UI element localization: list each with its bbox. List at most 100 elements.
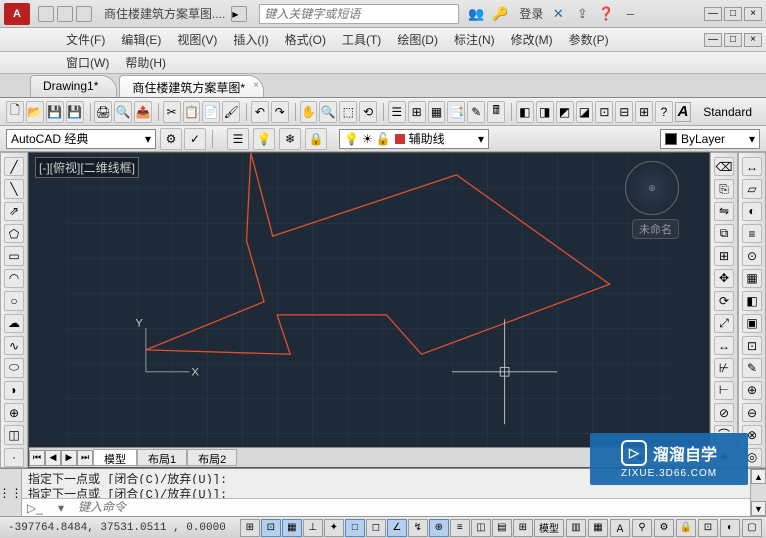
rotate-tool[interactable]: ⟳ (714, 291, 734, 310)
zoomwin-button[interactable]: ⬚ (339, 101, 357, 123)
line-tool[interactable]: ╱ (4, 157, 24, 176)
status-annoscale[interactable]: Ａ (610, 519, 630, 537)
color-combo[interactable]: ByLayer ▾ (660, 129, 760, 149)
cmd-scroll-down[interactable]: ▼ (751, 501, 766, 516)
layout-nav-last[interactable]: ⏭ (77, 450, 93, 466)
break-tool[interactable]: ⊘ (714, 403, 734, 422)
tab-close-icon[interactable]: × (253, 80, 259, 91)
help-button[interactable]: ? (655, 101, 673, 123)
revcloud-tool[interactable]: ☁ (4, 314, 24, 333)
calc-button[interactable]: 🖩 (487, 101, 505, 123)
pan-button[interactable]: ✋ (300, 101, 318, 123)
preview-button[interactable]: 🔍 (114, 101, 132, 123)
status-infer[interactable]: ⊞ (240, 519, 260, 537)
gradient-tool[interactable]: ◧ (742, 291, 762, 310)
mdi-close[interactable]: × (744, 33, 762, 47)
layer-combo[interactable]: 💡 ☀ 🔓 辅助线 ▾ (339, 129, 489, 149)
menu-view[interactable]: 视图(V) (171, 29, 223, 50)
qat-dropdown[interactable] (76, 6, 92, 22)
move-tool[interactable]: ✥ (714, 269, 734, 288)
save-button[interactable]: 💾 (46, 101, 64, 123)
help-icon[interactable]: ❓ (597, 5, 615, 23)
doc-tab-drawing1[interactable]: Drawing1* (30, 75, 117, 97)
id-tool[interactable]: ⊙ (742, 246, 762, 265)
textstyle-icon[interactable]: A (675, 102, 691, 122)
status-isolate[interactable]: ◐ (720, 519, 740, 537)
publish-button[interactable]: 📤 (134, 101, 152, 123)
new-button[interactable]: 🗋 (6, 101, 24, 123)
open-button[interactable]: 📂 (26, 101, 44, 123)
layout-nav-first[interactable]: ⏮ (29, 450, 45, 466)
viewcube[interactable]: ⊕ (625, 161, 679, 215)
status-lwt[interactable]: ≡ (450, 519, 470, 537)
misc-tool-3[interactable]: ⊕ (742, 381, 762, 400)
model-viewport[interactable]: [-][俯视][二维线框] ⊕ 未命名 Y X (28, 152, 710, 468)
polygon-tool[interactable]: ⬠ (4, 224, 24, 243)
stretch-tool[interactable]: ↔ (714, 336, 734, 355)
menu-help[interactable]: 帮助(H) (119, 52, 172, 73)
status-ws[interactable]: ⚙ (654, 519, 674, 537)
share-icon[interactable]: ⇪ (573, 5, 591, 23)
menu-modify[interactable]: 修改(M) (505, 29, 559, 50)
workspace-settings[interactable]: ⚙ (160, 128, 182, 150)
hatch-tool[interactable]: ▦ (742, 269, 762, 288)
ellipsearc-tool[interactable]: ◗ (4, 381, 24, 400)
misc1-button[interactable]: ◧ (516, 101, 534, 123)
status-quickview[interactable]: ▦ (588, 519, 608, 537)
copy-tool[interactable]: ⎘ (714, 179, 734, 198)
mdi-restore[interactable]: □ (724, 33, 742, 47)
menu-insert[interactable]: 插入(I) (227, 29, 274, 50)
misc-tool-2[interactable]: ✎ (742, 358, 762, 377)
login-text[interactable]: 登录 (519, 5, 543, 22)
area-tool[interactable]: ▱ (742, 179, 762, 198)
dist-tool[interactable]: ↔ (742, 157, 762, 176)
circle-tool[interactable]: ○ (4, 291, 24, 310)
status-sc[interactable]: ⊞ (513, 519, 533, 537)
matchprop-button[interactable]: 🖌 (222, 101, 240, 123)
doc-tab-plan[interactable]: 商住楼建筑方案草图*× (119, 75, 264, 97)
trim-tool[interactable]: ⊬ (714, 358, 734, 377)
drawing-canvas[interactable]: Y X (29, 153, 709, 447)
offset-tool[interactable]: ⧉ (714, 224, 734, 243)
copy-button[interactable]: 📋 (183, 101, 201, 123)
plot-button[interactable]: 🖨 (94, 101, 112, 123)
layout-nav-next[interactable]: ▶ (61, 450, 77, 466)
status-ortho[interactable]: ⊥ (303, 519, 323, 537)
status-grid[interactable]: ▦ (282, 519, 302, 537)
cut-button[interactable]: ✂ (163, 101, 181, 123)
menu-file[interactable]: 文件(F) (60, 29, 111, 50)
erase-tool[interactable]: ⌫ (714, 157, 734, 176)
layout-tab-1[interactable]: 布局1 (137, 449, 187, 466)
view-name-badge[interactable]: 未命名 (632, 219, 679, 239)
qat-open[interactable] (57, 6, 73, 22)
layout-tab-model[interactable]: 模型 (93, 449, 137, 466)
command-handle[interactable]: ⋮⋮ (0, 469, 22, 516)
search-input[interactable] (259, 4, 459, 24)
block-tool[interactable]: ◫ (4, 425, 24, 444)
signin-key-icon[interactable]: 🔑 (491, 5, 509, 23)
status-ducs[interactable]: ↯ (408, 519, 428, 537)
misc7-button[interactable]: ⊞ (635, 101, 653, 123)
status-polar[interactable]: ✦ (324, 519, 344, 537)
misc5-button[interactable]: ⊡ (595, 101, 613, 123)
viewport-label[interactable]: [-][俯视][二维线框] (35, 157, 139, 178)
status-model[interactable]: 模型 (534, 519, 564, 537)
zoomprev-button[interactable]: ⟲ (359, 101, 377, 123)
list-tool[interactable]: ≡ (742, 224, 762, 243)
mdi-minimize[interactable]: — (704, 33, 722, 47)
status-tpy[interactable]: ◫ (471, 519, 491, 537)
misc-tool-1[interactable]: ⊡ (742, 336, 762, 355)
status-layout-btn[interactable]: ▥ (566, 519, 586, 537)
menu-param[interactable]: 参数(P) (563, 29, 615, 50)
misc3-button[interactable]: ◩ (556, 101, 574, 123)
insert-tool[interactable]: ⊕ (4, 403, 24, 422)
maximize-button[interactable]: □ (724, 7, 742, 21)
layer-on-icon[interactable]: 💡 (253, 128, 275, 150)
extend-tool[interactable]: ⊢ (714, 381, 734, 400)
status-dyn[interactable]: ⊕ (429, 519, 449, 537)
misc4-button[interactable]: ◪ (576, 101, 594, 123)
boundary-tool[interactable]: ▣ (742, 314, 762, 333)
title-arrow[interactable]: ▸ (231, 6, 247, 22)
pline-tool[interactable]: ⇗ (4, 202, 24, 221)
mirror-tool[interactable]: ⇋ (714, 202, 734, 221)
